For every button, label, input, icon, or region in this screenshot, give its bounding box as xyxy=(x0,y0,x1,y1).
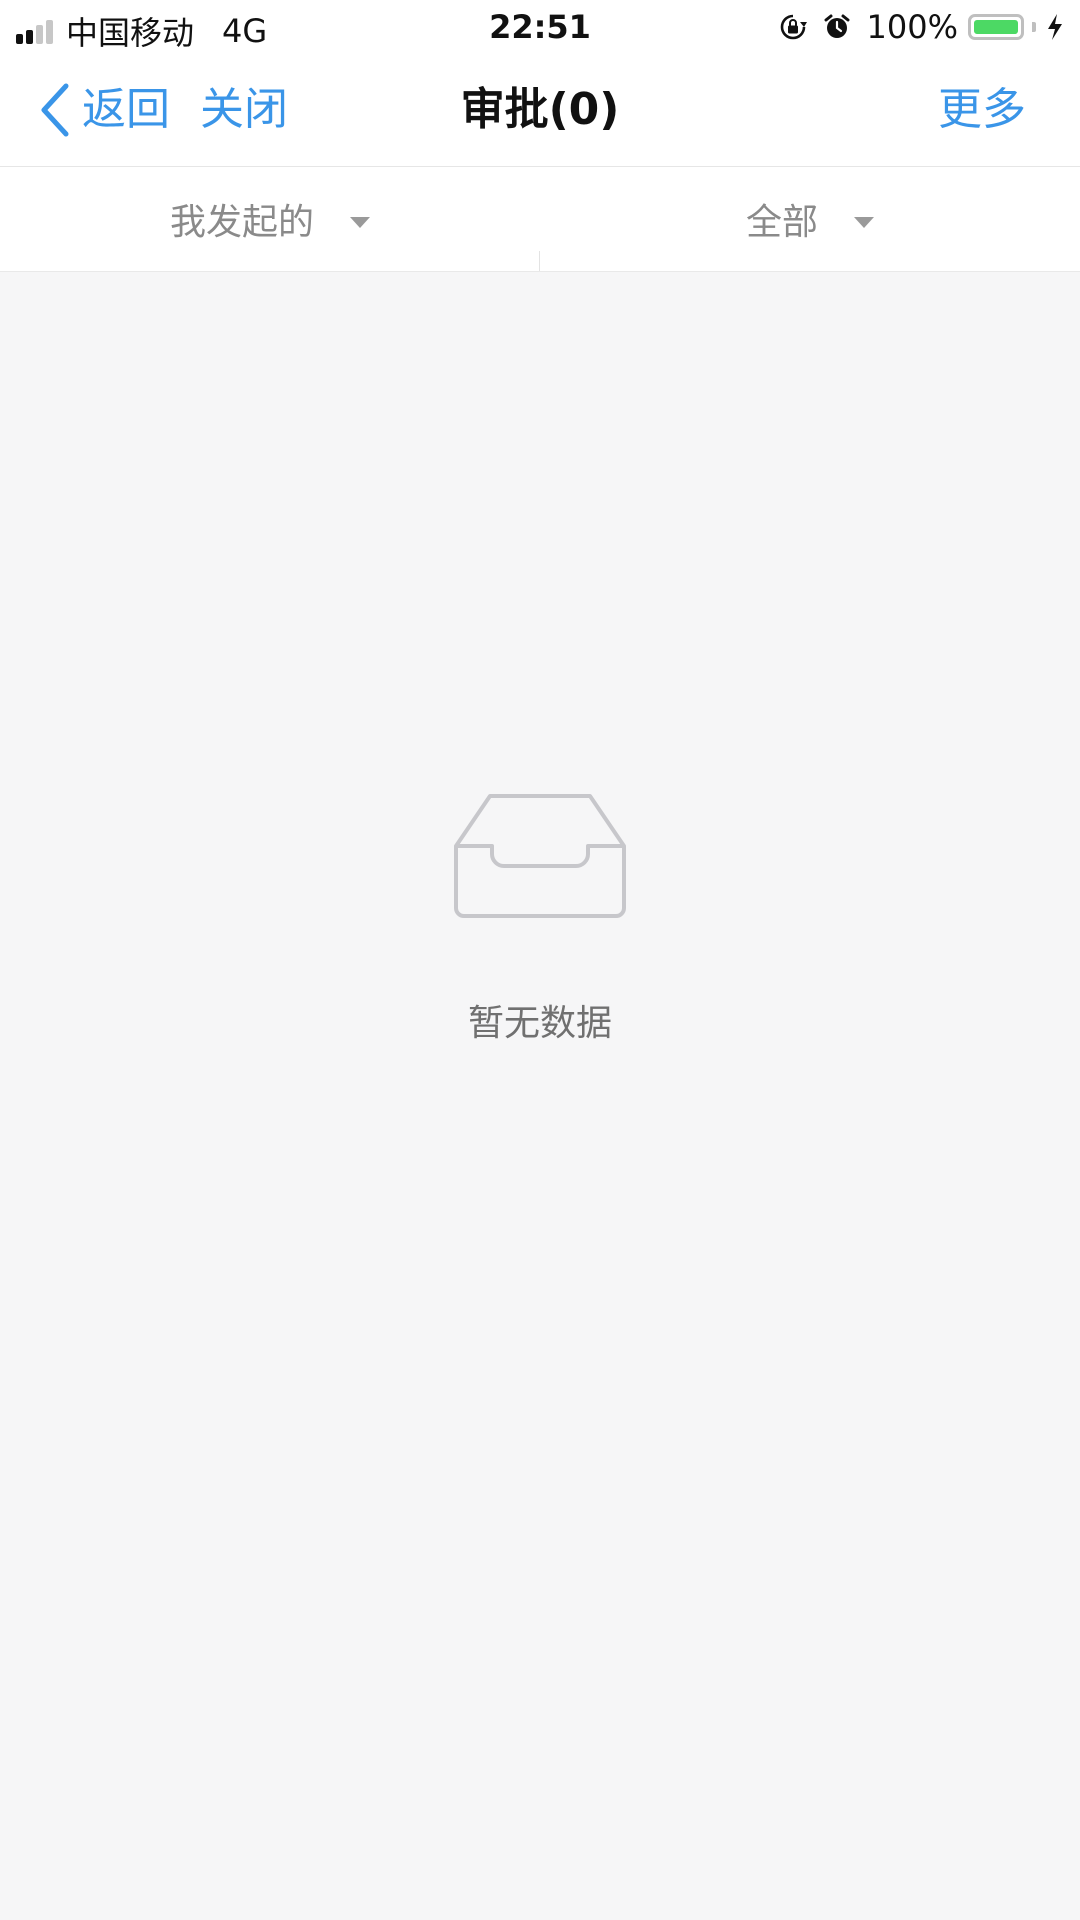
filter-initiated-dropdown[interactable]: 我发起的 xyxy=(0,167,540,271)
alarm-icon xyxy=(823,13,851,41)
status-bar: 中国移动 4G 22:51 100% xyxy=(0,0,1080,56)
dropdown-caret-icon xyxy=(854,216,874,228)
more-button[interactable]: 更多 xyxy=(938,78,1026,142)
dropdown-caret-icon xyxy=(350,216,370,228)
empty-inbox-icon xyxy=(454,794,626,918)
battery-percent: 100% xyxy=(866,8,958,46)
filter-status-dropdown[interactable]: 全部 xyxy=(540,167,1080,271)
filter-bar: 我发起的 全部 xyxy=(0,167,1080,272)
filter-initiated-label: 我发起的 xyxy=(169,202,314,243)
nav-bar: 返回 关闭 审批(0) 更多 xyxy=(0,56,1080,167)
rotation-lock-icon xyxy=(779,13,807,41)
battery-icon xyxy=(968,14,1024,40)
charging-icon xyxy=(1048,14,1062,40)
status-right: 100% xyxy=(779,8,1064,46)
empty-message: 暂无数据 xyxy=(467,1003,612,1044)
battery-cap xyxy=(1032,22,1036,32)
empty-state: 暂无数据 xyxy=(0,790,1080,1046)
page-title: 审批(0) xyxy=(460,84,620,135)
filter-status-label: 全部 xyxy=(745,202,818,243)
